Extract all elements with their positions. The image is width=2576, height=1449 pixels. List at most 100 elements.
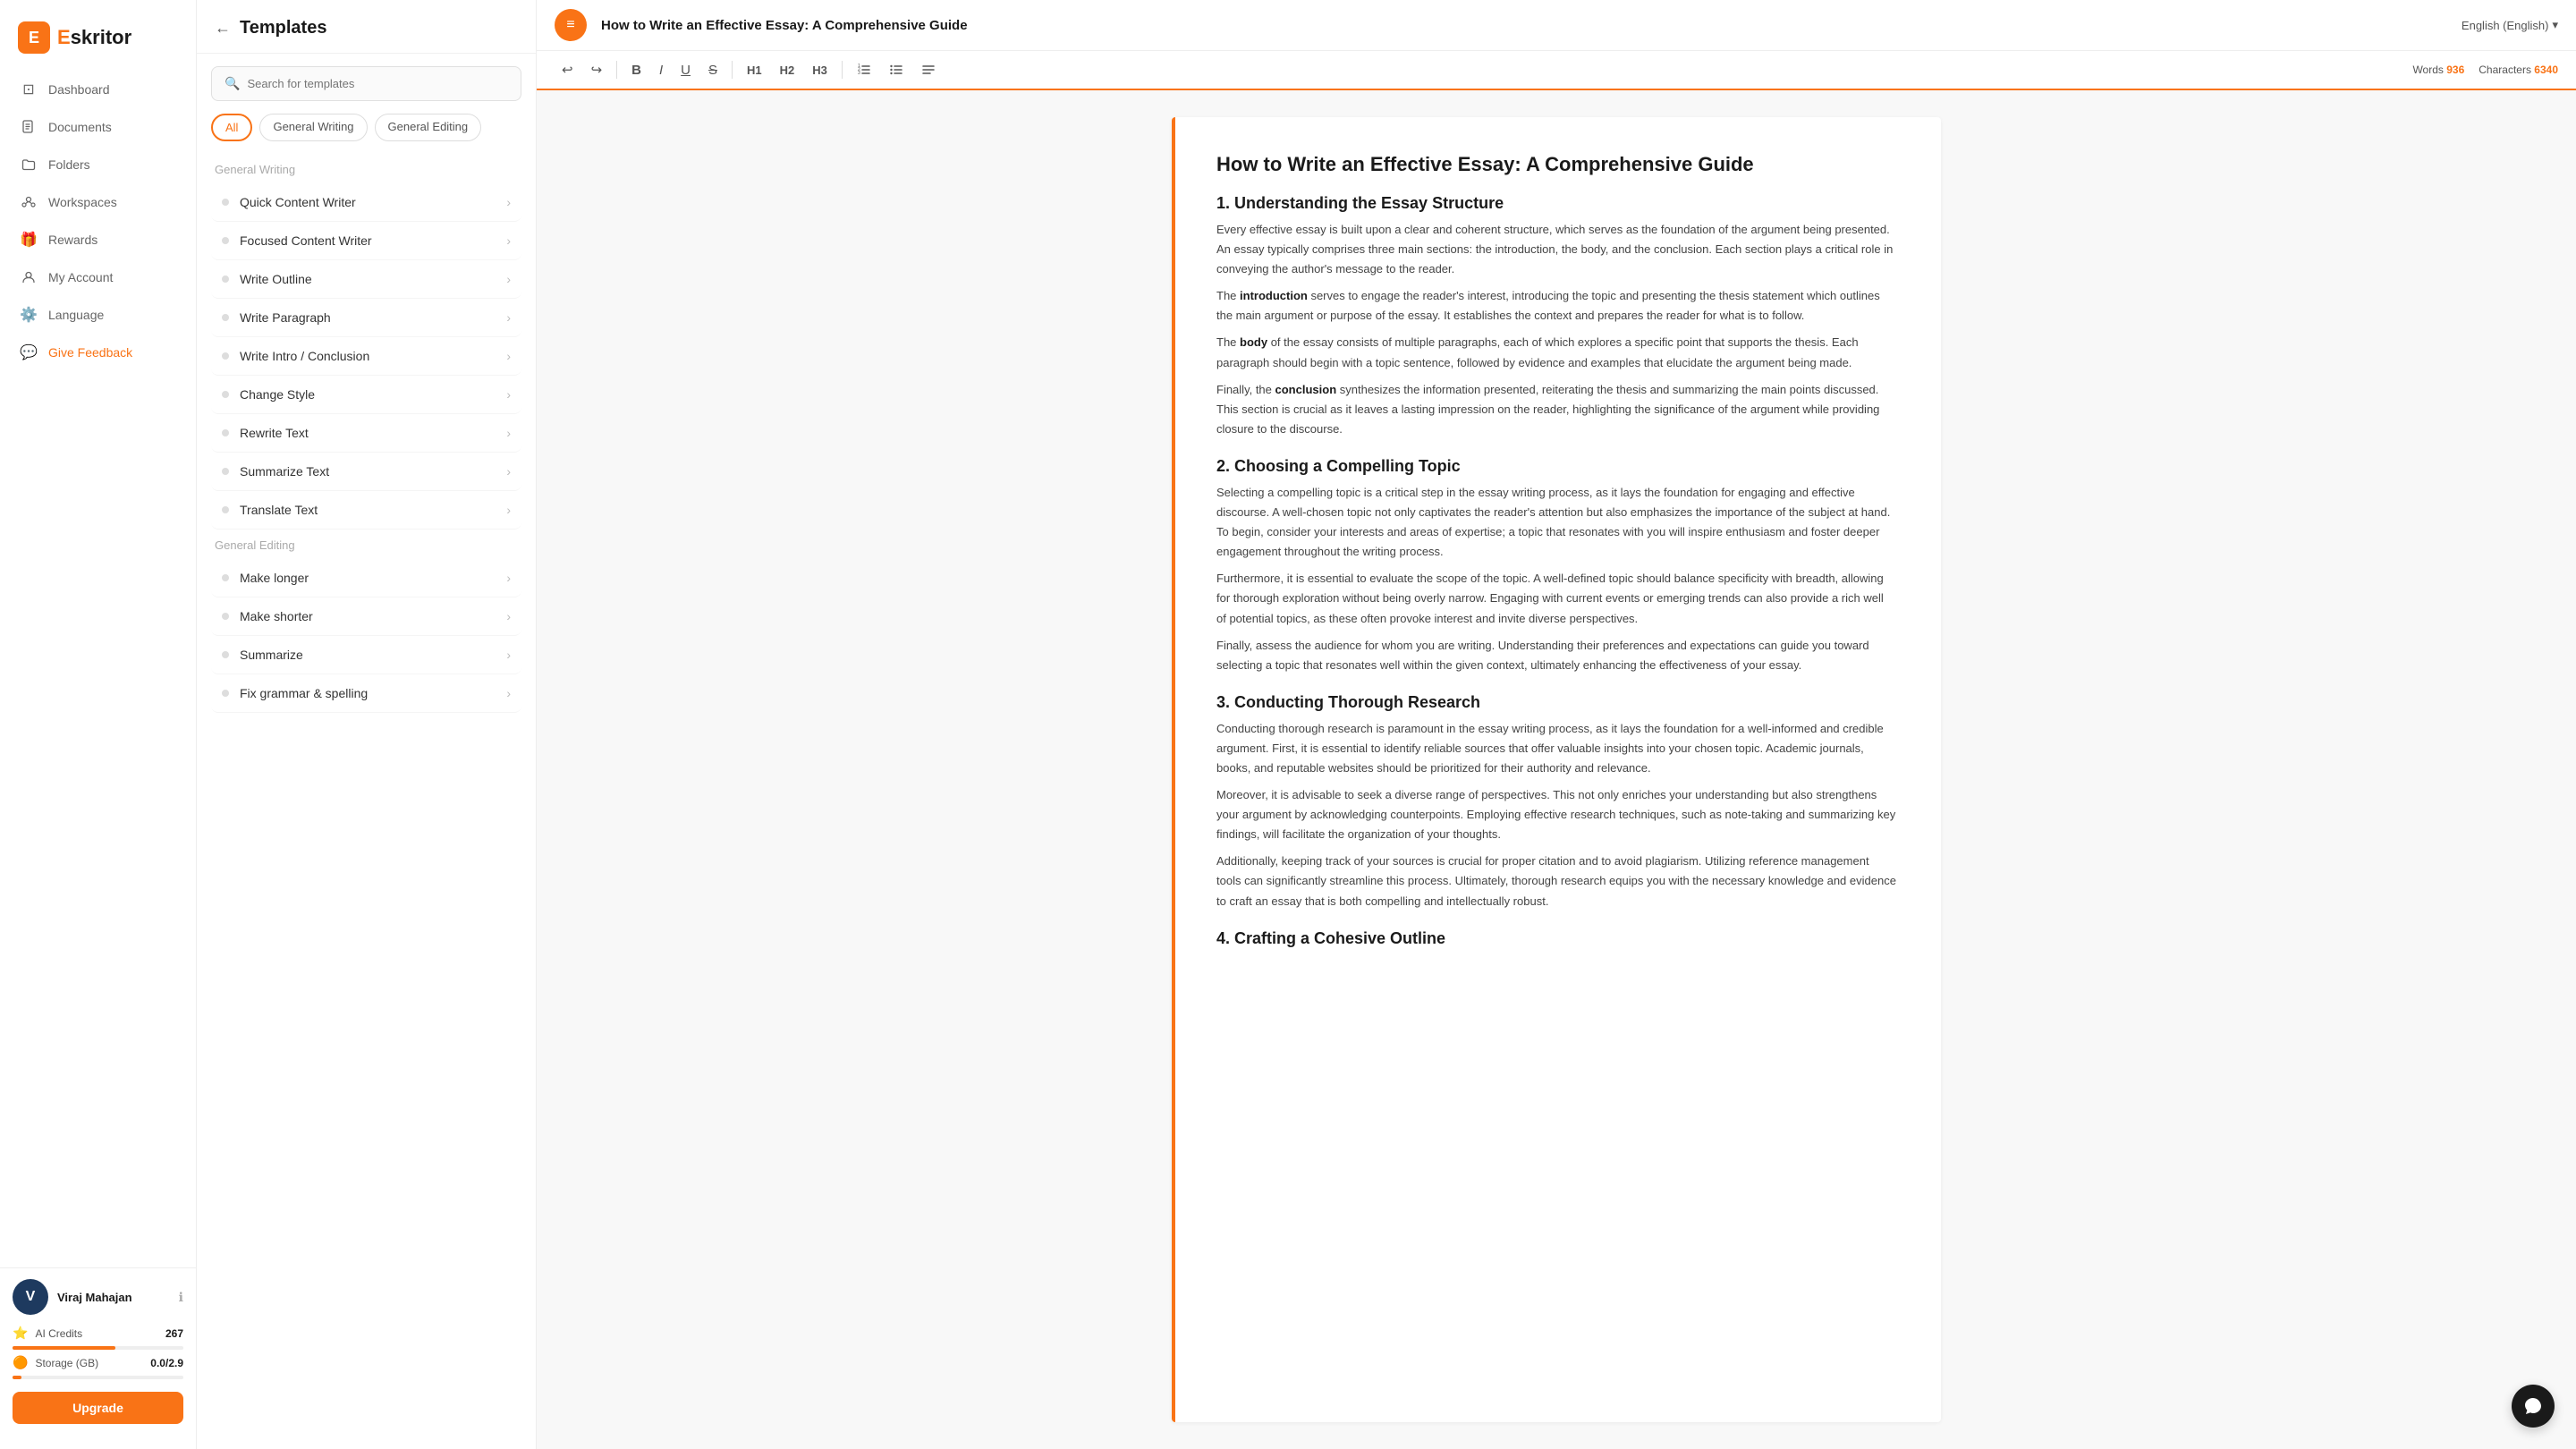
template-name: Make shorter: [240, 609, 313, 623]
editor-content-wrap: How to Write an Effective Essay: A Compr…: [537, 90, 2576, 1449]
template-item-rewrite-text[interactable]: Rewrite Text ›: [211, 414, 521, 453]
language-label: English (English): [2462, 19, 2549, 32]
section-heading-4: 4. Crafting a Cohesive Outline: [1216, 929, 1896, 948]
filter-tab-general-writing[interactable]: General Writing: [259, 114, 367, 141]
h2-button[interactable]: H2: [773, 60, 802, 80]
word-count-label: Words 936: [2412, 64, 2464, 76]
template-dot: [222, 429, 229, 436]
sidebar-item-rewards[interactable]: 🎁 Rewards: [9, 222, 187, 258]
template-item-make-shorter[interactable]: Make shorter ›: [211, 597, 521, 636]
section-heading-2: 2. Choosing a Compelling Topic: [1216, 457, 1896, 476]
rewards-icon: 🎁: [20, 231, 38, 249]
chevron-right-icon: ›: [506, 686, 511, 700]
user-info: V Viraj Mahajan ℹ: [13, 1279, 183, 1315]
credits-label: AI Credits: [35, 1327, 82, 1340]
template-dot: [222, 690, 229, 697]
template-item-quick-content-writer[interactable]: Quick Content Writer ›: [211, 183, 521, 222]
align-button[interactable]: [914, 59, 943, 80]
template-item-write-paragraph[interactable]: Write Paragraph ›: [211, 299, 521, 337]
filter-tab-all[interactable]: All: [211, 114, 252, 141]
chevron-right-icon: ›: [506, 426, 511, 440]
sidebar: E Eskritor ⊡ Dashboard Documents Folders…: [0, 0, 197, 1449]
sidebar-item-label: Folders: [48, 157, 90, 172]
sidebar-item-give-feedback[interactable]: 💬 Give Feedback: [9, 335, 187, 370]
template-dot: [222, 574, 229, 581]
templates-title: Templates: [240, 18, 326, 38]
template-item-write-outline[interactable]: Write Outline ›: [211, 260, 521, 299]
chat-fab-button[interactable]: [2512, 1385, 2555, 1428]
sidebar-item-documents[interactable]: Documents: [9, 109, 187, 145]
storage-progress-bg: [13, 1376, 183, 1379]
doc-paragraph: The body of the essay consists of multip…: [1216, 333, 1896, 372]
sidebar-item-language[interactable]: ⚙️ Language: [9, 297, 187, 333]
underline-button[interactable]: U: [674, 59, 698, 81]
strikethrough-button[interactable]: S: [701, 59, 724, 81]
unordered-list-button[interactable]: [882, 59, 911, 80]
editor-document[interactable]: How to Write an Effective Essay: A Compr…: [1172, 117, 1941, 1422]
info-icon[interactable]: ℹ: [179, 1290, 183, 1305]
template-item-fix-grammar[interactable]: Fix grammar & spelling ›: [211, 674, 521, 713]
user-name: Viraj Mahajan: [57, 1291, 132, 1304]
storage-label: Storage (GB): [35, 1357, 98, 1369]
template-name: Rewrite Text: [240, 426, 309, 440]
toolbar-separator: [842, 61, 843, 79]
storage-value: 0.0/2.9: [150, 1357, 183, 1369]
credits-progress-fill: [13, 1346, 115, 1350]
h1-button[interactable]: H1: [740, 60, 769, 80]
templates-list: General Writing Quick Content Writer › F…: [197, 154, 536, 1449]
template-name: Make longer: [240, 571, 309, 585]
template-dot: [222, 237, 229, 244]
ordered-list-button[interactable]: 123: [850, 59, 878, 80]
undo-button[interactable]: ↩: [555, 58, 580, 81]
template-item-focused-content-writer[interactable]: Focused Content Writer ›: [211, 222, 521, 260]
sidebar-bottom: V Viraj Mahajan ℹ ⭐ AI Credits 267 🟠 Sto…: [0, 1267, 196, 1435]
template-item-summarize-text[interactable]: Summarize Text ›: [211, 453, 521, 491]
redo-button[interactable]: ↪: [584, 58, 610, 81]
chevron-right-icon: ›: [506, 195, 511, 209]
back-button[interactable]: ←: [215, 19, 231, 38]
template-dot: [222, 391, 229, 398]
search-input[interactable]: [247, 77, 508, 90]
doc-icon: ≡: [555, 9, 587, 41]
upgrade-button[interactable]: Upgrade: [13, 1392, 183, 1424]
sidebar-item-my-account[interactable]: My Account: [9, 259, 187, 295]
template-item-make-longer[interactable]: Make longer ›: [211, 559, 521, 597]
template-dot: [222, 506, 229, 513]
search-box[interactable]: 🔍: [211, 66, 521, 101]
template-name: Summarize Text: [240, 464, 329, 479]
doc-main-title: How to Write an Effective Essay: A Compr…: [1216, 153, 1896, 176]
template-item-write-intro-conclusion[interactable]: Write Intro / Conclusion ›: [211, 337, 521, 376]
documents-icon: [20, 118, 38, 136]
chevron-right-icon: ›: [506, 464, 511, 479]
sidebar-item-dashboard[interactable]: ⊡ Dashboard: [9, 72, 187, 107]
sidebar-item-label: Documents: [48, 120, 112, 134]
template-dot: [222, 468, 229, 475]
word-count: Words 936 Characters 6340: [2412, 64, 2558, 76]
doc-paragraph: Finally, assess the audience for whom yo…: [1216, 636, 1896, 675]
sidebar-item-label: Dashboard: [48, 82, 110, 97]
italic-button[interactable]: I: [652, 59, 670, 81]
bold-button[interactable]: B: [624, 59, 648, 81]
chevron-right-icon: ›: [506, 310, 511, 325]
sidebar-item-workspaces[interactable]: Workspaces: [9, 184, 187, 220]
logo-icon: E: [18, 21, 50, 54]
template-name: Write Intro / Conclusion: [240, 349, 369, 363]
template-item-summarize[interactable]: Summarize ›: [211, 636, 521, 674]
dashboard-icon: ⊡: [20, 80, 38, 98]
doc-paragraph: Conducting thorough research is paramoun…: [1216, 719, 1896, 778]
filter-tab-general-editing[interactable]: General Editing: [375, 114, 482, 141]
section-heading-3: 3. Conducting Thorough Research: [1216, 693, 1896, 712]
language-selector[interactable]: English (English) ▾: [2462, 18, 2558, 32]
section-label-general-editing: General Editing: [215, 538, 518, 552]
sidebar-item-folders[interactable]: Folders: [9, 147, 187, 182]
template-name: Summarize: [240, 648, 303, 662]
h3-button[interactable]: H3: [805, 60, 835, 80]
template-name: Focused Content Writer: [240, 233, 372, 248]
filter-tabs: All General Writing General Editing: [197, 114, 536, 154]
svg-text:3: 3: [858, 71, 860, 76]
template-name: Write Paragraph: [240, 310, 331, 325]
workspaces-icon: [20, 193, 38, 211]
template-item-change-style[interactable]: Change Style ›: [211, 376, 521, 414]
templates-panel: ← Templates 🔍 All General Writing Genera…: [197, 0, 537, 1449]
template-item-translate-text[interactable]: Translate Text ›: [211, 491, 521, 530]
